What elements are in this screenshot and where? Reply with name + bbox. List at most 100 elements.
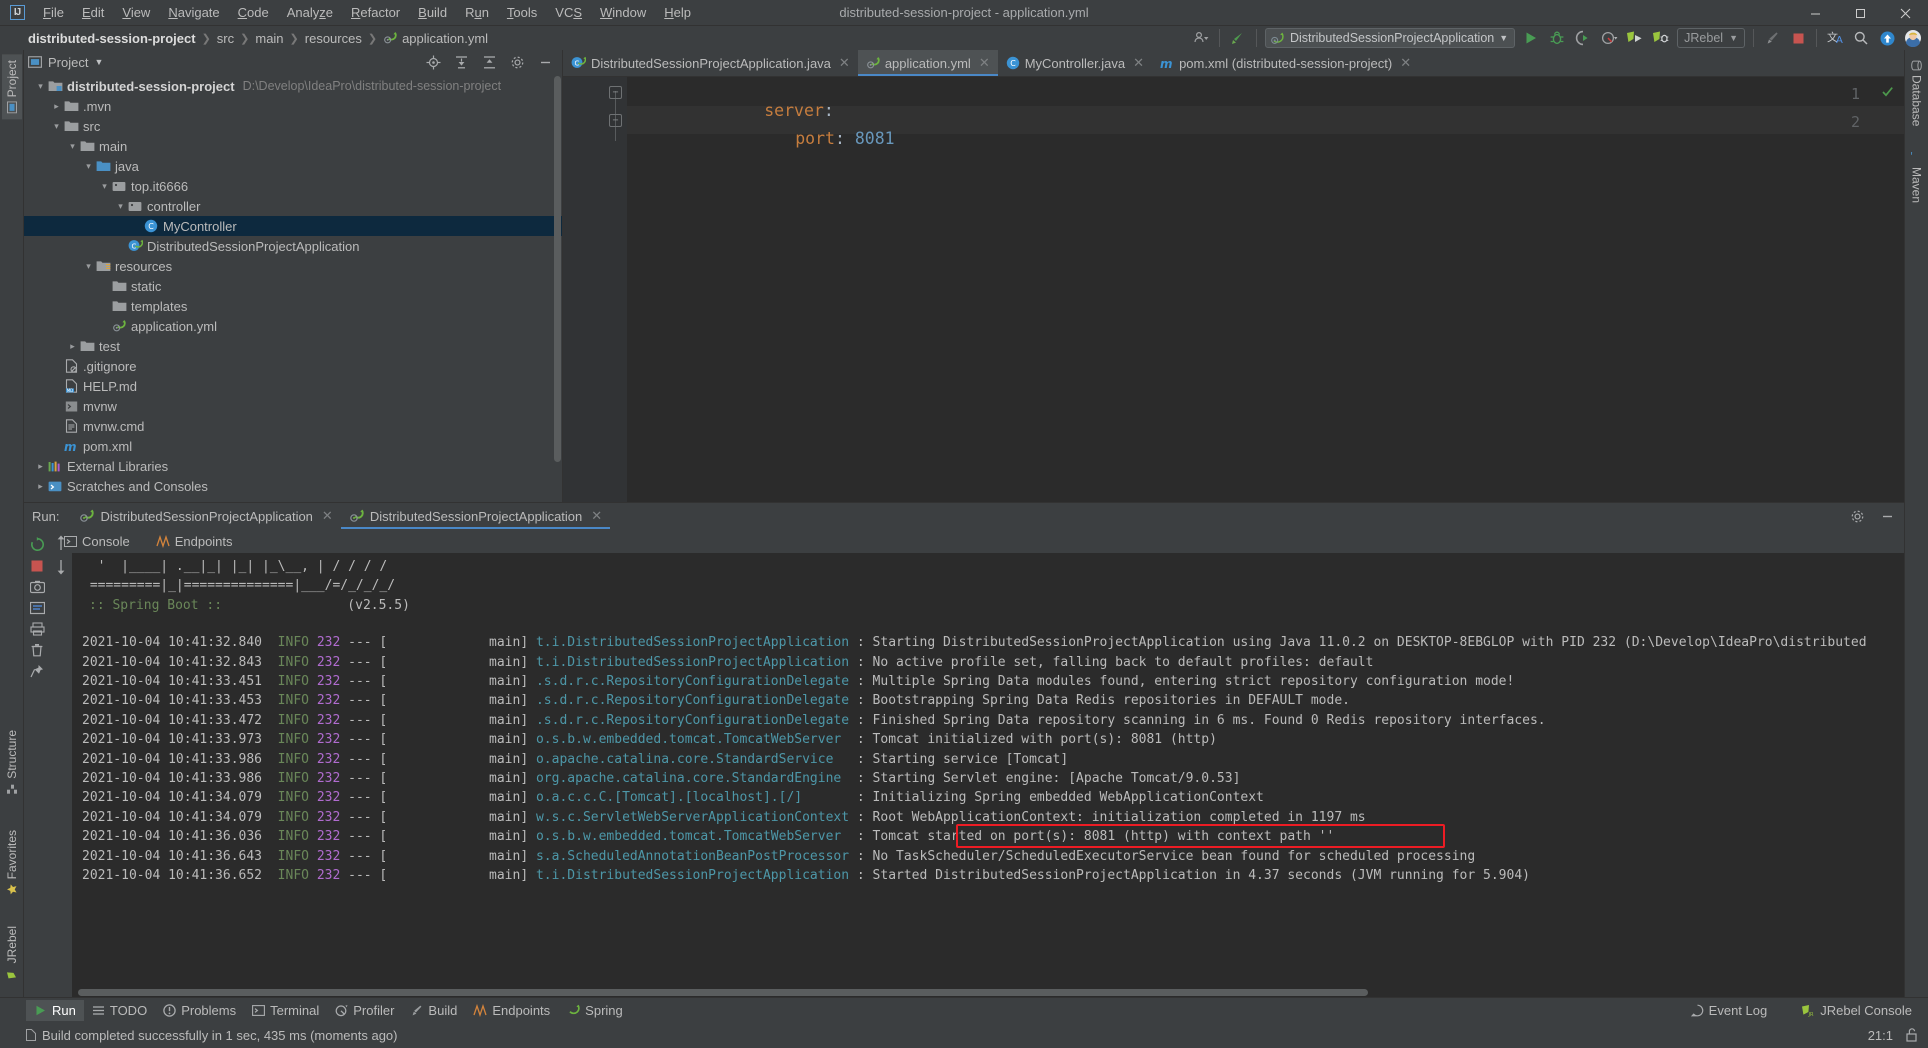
close-icon[interactable]: ✕	[322, 508, 333, 524]
chevron-down-icon[interactable]: ▾	[98, 181, 111, 192]
tree-node-src[interactable]: ▾ src	[24, 116, 562, 136]
tab-terminal[interactable]: Terminal	[244, 1000, 327, 1021]
menu-help[interactable]: Help	[655, 2, 700, 23]
jrebel-debug-icon[interactable]	[1648, 26, 1674, 50]
close-icon[interactable]: ✕	[1400, 55, 1411, 71]
chevron-right-icon[interactable]: ▸	[34, 461, 47, 472]
expand-all-icon[interactable]	[448, 50, 474, 74]
fold-marker[interactable]: −	[609, 86, 622, 99]
scroll-up-icon[interactable]	[55, 535, 67, 551]
print-icon[interactable]	[29, 622, 45, 636]
tab-profiler[interactable]: Profiler	[327, 1000, 402, 1021]
hide-icon[interactable]	[532, 50, 558, 74]
sidebar-item-project[interactable]: Project	[1, 54, 22, 120]
tree-node-resources[interactable]: ▾ resources	[24, 256, 562, 276]
run-configuration-selector[interactable]: DistributedSessionProjectApplication ▼	[1264, 28, 1516, 48]
minimize-button[interactable]	[1793, 0, 1838, 26]
tree-node-scratches-and-consoles[interactable]: ▸ Scratches and Consoles	[24, 476, 562, 496]
tree-node-test[interactable]: ▸ test	[24, 336, 562, 356]
tab-problems[interactable]: Problems	[155, 1000, 244, 1021]
tab-jrebel-console[interactable]: JR JRebel Console	[1793, 1000, 1920, 1021]
breadcrumb-item[interactable]: application.yml	[383, 31, 488, 46]
chevron-down-icon[interactable]: ▾	[114, 201, 127, 212]
tree-node-top-it6666[interactable]: ▾ top.it6666	[24, 176, 562, 196]
inspection-status-icon[interactable]	[1881, 85, 1894, 98]
tab-endpoints[interactable]: Endpoints	[150, 530, 239, 553]
scroll-down-icon[interactable]	[55, 559, 67, 575]
run-tab-1[interactable]: DistributedSessionProjectApplication ✕	[340, 504, 611, 529]
screenshot-icon[interactable]	[29, 580, 45, 594]
breadcrumb-item[interactable]: resources	[305, 31, 362, 46]
menu-run[interactable]: Run	[456, 2, 498, 23]
caret-position[interactable]: 21:1	[1868, 1028, 1893, 1043]
collapse-all-icon[interactable]	[476, 50, 502, 74]
tree-node-mvnw[interactable]: mvnw	[24, 396, 562, 416]
editor-tab-application[interactable]: application.yml ✕	[857, 50, 998, 76]
settings-sync-icon[interactable]	[1188, 26, 1214, 50]
tab-build[interactable]: Build	[402, 1000, 465, 1021]
menu-refactor[interactable]: Refactor	[342, 2, 409, 23]
tree-node-controller[interactable]: ▾ controller	[24, 196, 562, 216]
chevron-down-icon[interactable]: ▾	[50, 121, 63, 132]
tree-node-main[interactable]: ▾ main	[24, 136, 562, 156]
delete-icon[interactable]	[30, 643, 44, 657]
pin-icon[interactable]	[30, 664, 44, 678]
sidebar-item-database[interactable]: Database	[1907, 54, 1927, 132]
close-icon[interactable]: ✕	[839, 55, 850, 71]
tree-node-external-libraries[interactable]: ▸ External Libraries	[24, 456, 562, 476]
fold-marker[interactable]: −	[609, 114, 622, 127]
tree-node-mvn[interactable]: ▸ .mvn	[24, 96, 562, 116]
tree-node-application-yml[interactable]: application.yml	[24, 316, 562, 336]
run-coverage-icon[interactable]	[1570, 26, 1596, 50]
tab-todo[interactable]: TODO	[84, 1000, 155, 1021]
chevron-right-icon[interactable]: ▸	[66, 341, 79, 352]
upload-icon[interactable]	[1874, 26, 1900, 50]
thread-dump-icon[interactable]	[29, 601, 45, 615]
tree-node-distributed-session-project[interactable]: ▾ distributed-session-project D:\Develop\I…	[24, 76, 562, 96]
tab-run[interactable]: Run	[26, 999, 84, 1021]
tab-spring[interactable]: Spring	[558, 1000, 631, 1021]
breadcrumb-item[interactable]: src	[217, 31, 234, 46]
editor-tab-mycontroller[interactable]: C MyController.java ✕	[998, 50, 1152, 76]
chevron-right-icon[interactable]: ▸	[50, 101, 63, 112]
project-tree-scrollbar[interactable]	[553, 74, 562, 502]
sidebar-item-maven[interactable]: m Maven	[1907, 146, 1927, 209]
tree-node-help-md[interactable]: MD HELP.md	[24, 376, 562, 396]
close-button[interactable]	[1883, 0, 1928, 26]
sidebar-item-structure[interactable]: Structure	[2, 724, 22, 801]
code-editor[interactable]: 1 − server: 2 − port: 8081	[563, 77, 1904, 502]
sidebar-item-jrebel[interactable]: JRebel	[2, 920, 22, 985]
menu-view[interactable]: View	[113, 2, 159, 23]
editor-gutter[interactable]	[563, 77, 627, 502]
tree-node-distributedsessionprojectapplication[interactable]: C DistributedSessionProjectApplication	[24, 236, 562, 256]
chevron-down-icon[interactable]: ▾	[66, 141, 79, 152]
menu-file[interactable]: File	[34, 2, 73, 23]
search-icon[interactable]	[1848, 26, 1874, 50]
chevron-right-icon[interactable]: ▸	[34, 481, 47, 492]
close-icon[interactable]: ✕	[591, 508, 602, 524]
unlocked-icon[interactable]	[1905, 1028, 1918, 1042]
tree-node-templates[interactable]: templates	[24, 296, 562, 316]
editor-tab-pom[interactable]: m pom.xml (distributed-session-project) ✕	[1152, 50, 1419, 76]
rerun-icon[interactable]	[30, 537, 45, 552]
tab-endpoints[interactable]: Endpoints	[465, 1000, 558, 1021]
menu-code[interactable]: Code	[229, 2, 278, 23]
settings-icon[interactable]	[1844, 504, 1870, 528]
editor-tab-distributedsessionprojectapplication[interactable]: C DistributedSessionProjectApplication.ja…	[563, 50, 858, 76]
run-tab-0[interactable]: DistributedSessionProjectApplication ✕	[71, 504, 340, 528]
tree-node-gitignore[interactable]: .gitignore	[24, 356, 562, 376]
update-project-icon[interactable]	[1225, 26, 1251, 50]
settings-icon[interactable]	[504, 50, 530, 74]
sidebar-item-favorites[interactable]: Favorites	[2, 824, 22, 901]
jrebel-selector[interactable]: JRebel ▼	[1677, 28, 1745, 48]
menu-analyze[interactable]: Analyze	[278, 2, 342, 23]
breadcrumb-item[interactable]: main	[255, 31, 283, 46]
chevron-down-icon[interactable]: ▾	[82, 161, 95, 172]
close-icon[interactable]: ✕	[979, 55, 990, 71]
chevron-down-icon[interactable]: ▼	[94, 57, 103, 67]
tree-node-pom-xml[interactable]: m pom.xml	[24, 436, 562, 456]
menu-window[interactable]: Window	[591, 2, 655, 23]
hide-icon[interactable]	[1874, 504, 1900, 528]
jrebel-run-icon[interactable]	[1622, 26, 1648, 50]
stop-icon[interactable]	[30, 559, 44, 573]
